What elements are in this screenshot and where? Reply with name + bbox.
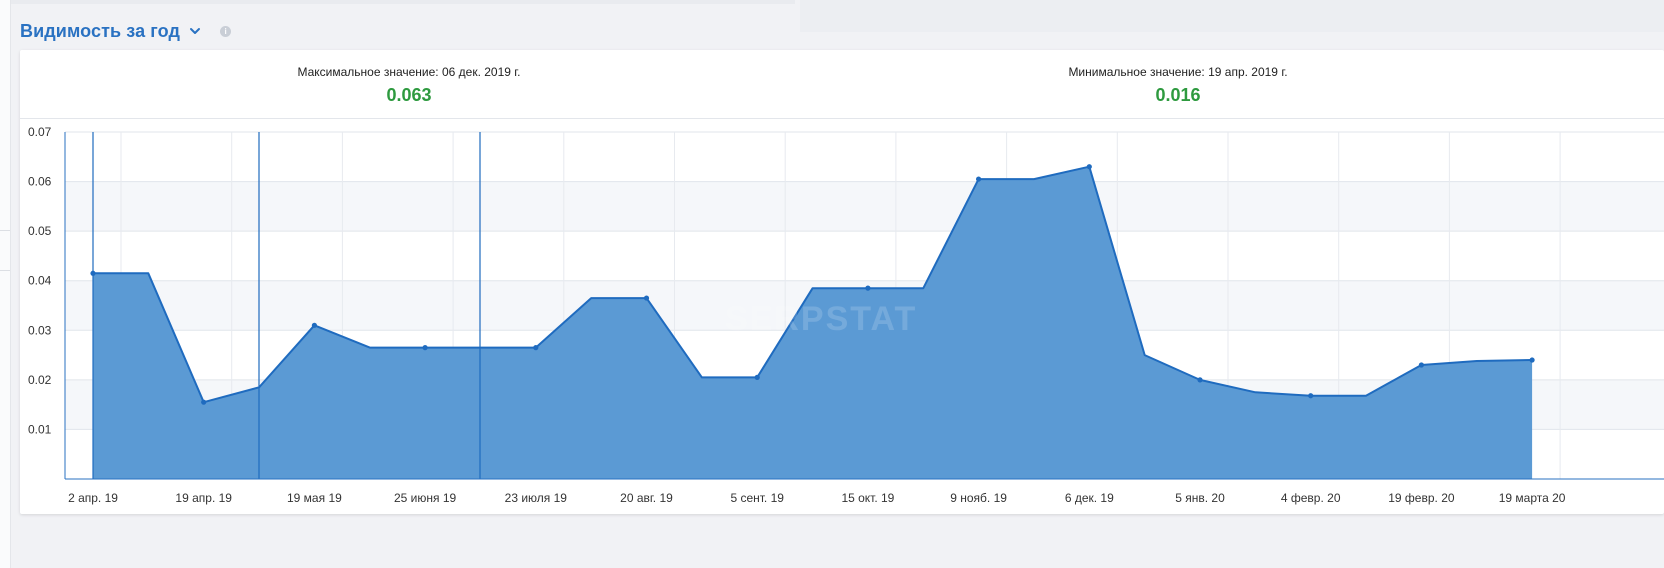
visibility-chart-card: Максимальное значение: 06 дек. 2019 г. 0… [20,50,1664,514]
x-tick-label: 5 янв. 20 [1175,491,1225,505]
x-tick-label: 2 апр. 19 [68,491,118,505]
data-point [201,399,207,405]
x-tick-label: 20 авг. 19 [620,491,673,505]
data-point [976,176,982,182]
data-point [1308,393,1314,399]
y-tick-label: 0.06 [28,175,52,189]
data-point [1418,362,1424,368]
section-header: Видимость за год i [20,18,232,44]
x-tick-label: 5 сент. 19 [730,491,784,505]
data-point [533,345,539,351]
y-tick-label: 0.02 [28,373,52,387]
left-panel-edge [0,0,11,568]
visibility-area-chart[interactable]: SERPSTAT 0.01 0.02 0.03 0.04 0.05 0.06 0.07 2 ап… [20,50,1664,514]
x-tick-label: 19 марта 20 [1499,491,1566,505]
data-point [90,270,96,276]
y-tick-label: 0.07 [28,125,52,139]
grid-band [65,132,1664,182]
info-icon[interactable]: i [220,25,232,37]
section-title[interactable]: Видимость за год [20,21,180,42]
data-point [643,295,650,301]
y-tick-label: 0.05 [28,224,52,238]
x-tick-label: 15 окт. 19 [841,491,894,505]
grid-band [65,231,1664,281]
y-tick-label: 0.01 [28,422,52,436]
data-point [1086,164,1092,170]
data-point [422,345,428,351]
grid-band [65,181,1664,232]
x-tick-label: 19 апр. 19 [175,491,232,505]
y-tick-label: 0.04 [28,274,52,288]
data-point [1197,377,1203,383]
x-tick-label: 9 нояб. 19 [950,491,1007,505]
x-tick-label: 6 дек. 19 [1065,491,1114,505]
x-tick-label: 19 февр. 20 [1388,491,1455,505]
x-tick-label: 4 февр. 20 [1281,491,1341,505]
y-tick-label: 0.03 [28,323,52,337]
data-point [1529,357,1535,363]
x-tick-label: 25 июня 19 [394,491,457,505]
chevron-down-icon[interactable] [188,24,202,38]
x-tick-label: 19 мая 19 [287,491,342,505]
top-strip [0,0,795,4]
watermark-text: SERPSTAT [725,300,917,338]
top-strip-right [800,0,1664,32]
data-point [311,322,317,328]
data-point [754,374,760,380]
left-panel-divider [0,270,10,271]
x-tick-label: 23 июля 19 [505,491,568,505]
data-point [865,285,871,291]
left-panel-divider [0,230,10,231]
